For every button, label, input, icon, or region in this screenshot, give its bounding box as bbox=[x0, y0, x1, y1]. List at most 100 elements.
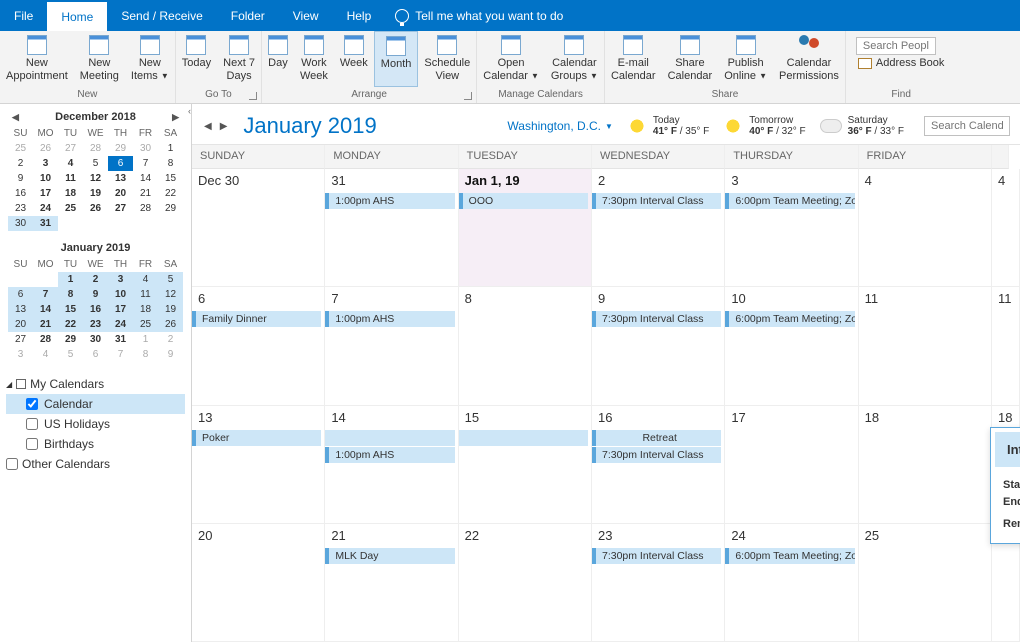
calendar-event[interactable] bbox=[325, 430, 454, 446]
calendar-cell[interactable]: 17 bbox=[725, 406, 858, 524]
calendar-permissions-button[interactable]: Calendar Permissions bbox=[773, 31, 845, 87]
mini-calendar-day[interactable]: 17 bbox=[33, 186, 58, 201]
dialog-launcher-icon[interactable] bbox=[464, 92, 472, 100]
mini-calendar-day[interactable]: 6 bbox=[83, 347, 108, 362]
calendar-event[interactable]: 1:00pm AHS bbox=[325, 311, 454, 327]
calendar-cell[interactable]: 11 bbox=[992, 287, 1020, 405]
mini-calendar-day[interactable]: 9 bbox=[83, 287, 108, 302]
new-appointment-button[interactable]: New Appointment bbox=[0, 31, 74, 87]
search-calendar-input[interactable] bbox=[924, 116, 1010, 136]
mini-calendar-day[interactable]: 12 bbox=[83, 171, 108, 186]
calendar-list-item[interactable]: Calendar bbox=[6, 394, 185, 414]
mini-calendar-day[interactable]: 16 bbox=[8, 186, 33, 201]
mini-calendar-day[interactable]: 25 bbox=[8, 141, 33, 156]
tab-file[interactable]: File bbox=[0, 0, 47, 31]
month-view-button[interactable]: Month bbox=[374, 31, 419, 87]
mini-calendar-day[interactable]: 21 bbox=[33, 317, 58, 332]
mini-calendar-day[interactable]: 24 bbox=[108, 317, 133, 332]
calendar-cell[interactable]: 25 bbox=[859, 524, 992, 642]
open-calendar-button[interactable]: Open Calendar ▼ bbox=[477, 31, 545, 87]
mini-calendar-day[interactable]: 2 bbox=[83, 272, 108, 287]
next7days-button[interactable]: Next 7 Days bbox=[217, 31, 261, 87]
mini-calendar-day[interactable]: 23 bbox=[83, 317, 108, 332]
mini-calendar-day[interactable]: 22 bbox=[158, 186, 183, 201]
calendar-event[interactable]: 1:00pm AHS bbox=[325, 193, 454, 209]
calendar-cell[interactable]: 311:00pm AHS bbox=[325, 169, 458, 287]
calendar-groups-button[interactable]: Calendar Groups ▼ bbox=[545, 31, 604, 87]
mini-calendar-day[interactable]: 4 bbox=[58, 156, 83, 171]
mini-calendar-day[interactable]: 1 bbox=[58, 272, 83, 287]
mini-calendar-day[interactable]: 7 bbox=[108, 347, 133, 362]
workweek-view-button[interactable]: Work Week bbox=[294, 31, 334, 87]
calendar-event[interactable]: 7:30pm Interval Class bbox=[592, 193, 721, 209]
mini-calendar-day[interactable]: 23 bbox=[8, 201, 33, 216]
email-calendar-button[interactable]: E-mail Calendar bbox=[605, 31, 662, 87]
prev-month-button[interactable]: ◀ bbox=[8, 110, 23, 125]
mini-calendar-day[interactable]: 14 bbox=[33, 302, 58, 317]
address-book-button[interactable]: Address Book bbox=[852, 55, 950, 71]
calendar-cell[interactable]: Dec 30 bbox=[192, 169, 325, 287]
mini-calendar-day[interactable]: 29 bbox=[158, 201, 183, 216]
day-view-button[interactable]: Day bbox=[262, 31, 294, 87]
calendar-cell[interactable]: 22 bbox=[459, 524, 592, 642]
calendar-cell[interactable]: 6Family Dinner bbox=[192, 287, 325, 405]
mini-calendar-day[interactable]: 22 bbox=[58, 317, 83, 332]
mini-calendar-day[interactable]: 28 bbox=[83, 141, 108, 156]
mini-calendar-day[interactable]: 30 bbox=[83, 332, 108, 347]
mini-calendar-day[interactable]: 20 bbox=[108, 186, 133, 201]
my-calendars-header[interactable]: ◢My Calendars bbox=[6, 374, 185, 394]
mini-calendar-day[interactable]: 16 bbox=[83, 302, 108, 317]
mini-calendar-day[interactable]: 29 bbox=[108, 141, 133, 156]
mini-calendar-day[interactable]: 5 bbox=[58, 347, 83, 362]
calendar-cell[interactable]: 11 bbox=[859, 287, 992, 405]
collapse-sidebar-button[interactable]: ‹ bbox=[186, 104, 193, 118]
mini-calendar-day[interactable]: 4 bbox=[133, 272, 158, 287]
mini-calendar-day[interactable]: 25 bbox=[58, 201, 83, 216]
calendar-event[interactable]: Retreat bbox=[592, 430, 721, 446]
calendar-event[interactable] bbox=[459, 430, 588, 446]
calendar-cell[interactable]: 71:00pm AHS bbox=[325, 287, 458, 405]
mini-calendar-day[interactable]: 26 bbox=[83, 201, 108, 216]
other-calendars-checkbox[interactable] bbox=[6, 458, 18, 470]
search-people-input[interactable] bbox=[856, 37, 936, 55]
calendar-cell[interactable]: 141:00pm AHS bbox=[325, 406, 458, 524]
calendar-cell[interactable]: 20 bbox=[192, 524, 325, 642]
mini-calendar-day[interactable]: 27 bbox=[58, 141, 83, 156]
mini-calendar-day[interactable] bbox=[8, 272, 33, 287]
mini-calendar-day[interactable]: 27 bbox=[8, 332, 33, 347]
other-calendars-header[interactable]: Other Calendars bbox=[6, 454, 185, 474]
calendar-event[interactable]: 1:00pm AHS bbox=[325, 447, 454, 463]
mini-calendar-day[interactable]: 11 bbox=[58, 171, 83, 186]
tab-home[interactable]: Home bbox=[47, 0, 107, 31]
mini-calendar-day[interactable]: 9 bbox=[8, 171, 33, 186]
calendar-event[interactable]: 7:30pm Interval Class bbox=[592, 548, 721, 564]
mini-calendar-day[interactable]: 6 bbox=[8, 287, 33, 302]
mini-calendar-day[interactable]: 14 bbox=[133, 171, 158, 186]
tell-me-search[interactable]: Tell me what you want to do bbox=[385, 0, 563, 31]
new-meeting-button[interactable]: New Meeting bbox=[74, 31, 125, 87]
calendar-checkbox[interactable] bbox=[26, 438, 38, 450]
mini-calendar-grid[interactable]: SUMOTUWETHFRSA25262728293012345678910111… bbox=[8, 126, 183, 231]
mini-calendar-day[interactable]: 19 bbox=[83, 186, 108, 201]
next-month-button[interactable]: ▶ bbox=[168, 110, 183, 125]
calendar-event[interactable]: 6:00pm Team Meeting; Zoom bbox=[725, 548, 854, 564]
mini-calendar-day[interactable]: 8 bbox=[58, 287, 83, 302]
mini-calendar-day[interactable]: 29 bbox=[58, 332, 83, 347]
mini-calendar-day[interactable]: 27 bbox=[108, 201, 133, 216]
dialog-launcher-icon[interactable] bbox=[249, 92, 257, 100]
mini-calendar-day[interactable]: 15 bbox=[58, 302, 83, 317]
calendar-checkbox[interactable] bbox=[26, 398, 38, 410]
tab-send-receive[interactable]: Send / Receive bbox=[107, 0, 216, 31]
mini-calendar-day[interactable]: 2 bbox=[8, 156, 33, 171]
mini-calendar-day[interactable]: 28 bbox=[33, 332, 58, 347]
calendar-cell[interactable]: 8 bbox=[459, 287, 592, 405]
mini-calendar-day[interactable]: 19 bbox=[158, 302, 183, 317]
mini-calendar-day[interactable]: 7 bbox=[133, 156, 158, 171]
mini-calendar-day[interactable]: 13 bbox=[8, 302, 33, 317]
mini-calendar-day[interactable]: 26 bbox=[33, 141, 58, 156]
mini-calendar-day[interactable]: 28 bbox=[133, 201, 158, 216]
mini-calendar-day[interactable]: 10 bbox=[108, 287, 133, 302]
mini-calendar-day[interactable]: 26 bbox=[158, 317, 183, 332]
mini-calendar-day[interactable]: 13 bbox=[108, 171, 133, 186]
calendar-cell[interactable]: 15 bbox=[459, 406, 592, 524]
